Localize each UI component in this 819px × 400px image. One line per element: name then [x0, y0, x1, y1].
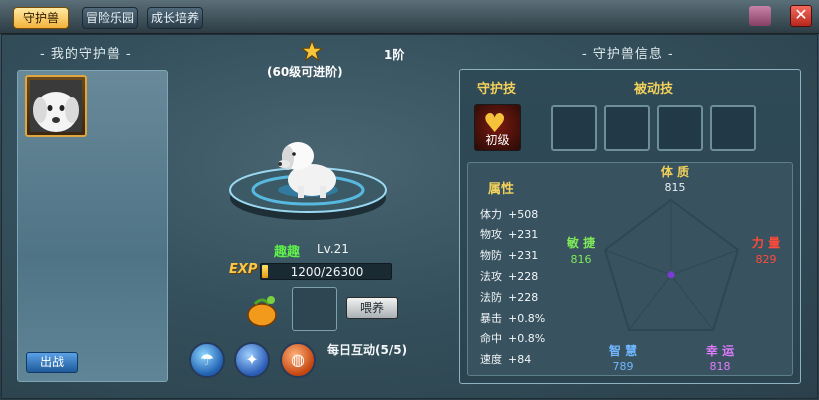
food-bag-icon[interactable] — [243, 290, 281, 328]
star-icon — [301, 40, 323, 62]
dog-icon — [30, 80, 82, 132]
attribute-title: 属性 — [488, 182, 515, 197]
deploy-button[interactable]: 出战 — [26, 352, 78, 373]
food-slot[interactable] — [292, 287, 337, 331]
radar-luck-value: 818 — [709, 360, 731, 373]
pet-level: Lv.21 — [317, 242, 349, 256]
radar-intellect-label: 智 慧 — [608, 344, 638, 358]
gift-icon — [749, 6, 771, 26]
guard-skill-heading: 守护技 — [477, 82, 517, 97]
passive-skill-slot[interactable] — [604, 105, 650, 151]
tab-adventure[interactable]: 冒险乐园 — [82, 7, 138, 29]
radar-agility-label: 敏 捷 — [566, 236, 596, 250]
my-guardians-title: - 我的守护兽 - — [40, 47, 132, 62]
guardian-info-title: - 守护兽信息 - — [582, 47, 674, 62]
stat-row: 体力 +508 — [480, 208, 539, 221]
pet-name: 趣趣 — [274, 245, 301, 260]
play-button[interactable]: ✦ — [234, 342, 270, 378]
ball-icon: ◍ — [291, 350, 305, 369]
radar-constitution-label: 体 质 — [660, 165, 690, 179]
guard-skill-slot[interactable]: ♥ 初级 — [474, 104, 521, 151]
tab-growth[interactable]: 成长培养 — [147, 7, 203, 29]
tab-guardian[interactable]: 守护兽 — [13, 7, 69, 29]
ball-button[interactable]: ◍ — [280, 342, 316, 378]
shower-button[interactable]: ☂ — [189, 342, 225, 378]
exp-bar: 1200/26300 — [260, 263, 392, 280]
radar-agility-value: 816 — [570, 253, 592, 266]
exp-text: 1200/26300 — [290, 265, 364, 279]
stat-row: 法防 +228 — [480, 291, 539, 304]
evolve-hint: (60级可进阶) — [267, 65, 343, 79]
stat-row: 法攻 +228 — [480, 270, 539, 283]
stat-row: 暴击 +0.8% — [480, 312, 546, 325]
play-icon: ✦ — [245, 350, 259, 369]
close-button[interactable]: ✕ — [790, 5, 812, 27]
stat-row: 物防 +231 — [480, 249, 539, 262]
passive-skill-heading: 被动技 — [634, 82, 674, 97]
feed-button[interactable]: 喂养 — [346, 297, 398, 319]
passive-skill-slot[interactable] — [657, 105, 703, 151]
radar-power-label: 力 量 — [751, 236, 781, 250]
passive-skill-slot[interactable] — [551, 105, 597, 151]
top-bar: 守护兽 冒险乐园 成长培养 ✕ — [0, 0, 819, 34]
pet-dog-image — [278, 142, 336, 198]
radar-power-value: 829 — [755, 253, 777, 266]
stage-label: 1阶 — [384, 48, 405, 62]
stat-row: 物攻 +231 — [480, 228, 539, 241]
stat-row: 速度 +84 — [480, 353, 532, 366]
radar-intellect-value: 789 — [612, 360, 634, 373]
daily-interaction: 每日互动(5/5) — [327, 343, 408, 357]
exp-icon: EXP — [229, 262, 258, 277]
passive-skill-slot[interactable] — [710, 105, 756, 151]
radar-luck-label: 幸 运 — [705, 344, 735, 358]
stat-row: 命中 +0.8% — [480, 332, 546, 345]
guardian-avatar[interactable] — [25, 75, 87, 137]
guard-skill-level: 初级 — [485, 133, 510, 147]
radar-constitution-value: 815 — [664, 181, 686, 194]
shower-icon: ☂ — [199, 350, 215, 369]
